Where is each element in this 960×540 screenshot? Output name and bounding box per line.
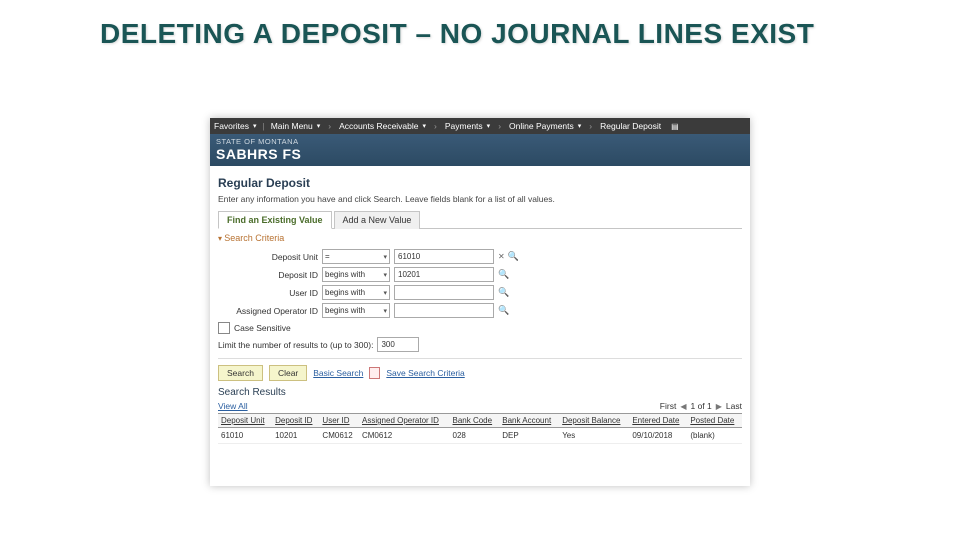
pager-last[interactable]: Last [726, 401, 742, 411]
col-bank-code[interactable]: Bank Code [450, 414, 500, 428]
col-deposit-id[interactable]: Deposit ID [272, 414, 319, 428]
op-assigned-operator-id[interactable]: begins with [322, 303, 390, 318]
clear-deposit-unit-icon[interactable]: ✕ [498, 252, 505, 261]
cell-deposit-unit: 61010 [218, 428, 272, 444]
content-area: Regular Deposit Enter any information yo… [210, 166, 750, 450]
cell-user-id: CM0612 [319, 428, 359, 444]
page-icon: ▤ [671, 122, 679, 131]
lookup-assigned-operator-icon[interactable]: 🔍 [498, 305, 509, 316]
cell-deposit-id: 10201 [272, 428, 319, 444]
slide-title: DELETING A DEPOSIT – NO JOURNAL LINES EX… [100, 18, 860, 50]
pager-first[interactable]: First [660, 401, 677, 411]
search-criteria-grid: Deposit Unit = 61010 ✕ 🔍 Deposit ID begi… [218, 249, 742, 318]
search-criteria-header[interactable]: Search Criteria [218, 233, 742, 243]
cell-deposit-balance: Yes [559, 428, 629, 444]
banner-title: SABHRS FS [216, 146, 744, 162]
banner: STATE OF MONTANA SABHRS FS [210, 134, 750, 166]
input-assigned-operator-id[interactable] [394, 303, 494, 318]
col-user-id[interactable]: User ID [319, 414, 359, 428]
lookup-deposit-unit-icon[interactable]: 🔍 [508, 251, 519, 262]
basic-search-link[interactable]: Basic Search [313, 368, 363, 378]
col-entered-date[interactable]: Entered Date [629, 414, 687, 428]
crumb-accounts-receivable[interactable]: Accounts Receivable [339, 121, 426, 131]
input-limit-results[interactable]: 300 [377, 337, 419, 352]
breadcrumb-sep: › [498, 121, 501, 131]
label-user-id: User ID [218, 288, 318, 298]
col-bank-account[interactable]: Bank Account [499, 414, 559, 428]
tab-find-existing[interactable]: Find an Existing Value [218, 211, 332, 229]
crumb-online-payments[interactable]: Online Payments [509, 121, 581, 131]
tab-add-new[interactable]: Add a New Value [334, 211, 421, 229]
cell-bank-account: DEP [499, 428, 559, 444]
col-posted-date[interactable]: Posted Date [687, 414, 742, 428]
op-deposit-id[interactable]: begins with [322, 267, 390, 282]
nav-divider: | [262, 121, 264, 131]
nav-main-menu[interactable]: Main Menu [271, 121, 321, 131]
cell-bank-code: 028 [450, 428, 500, 444]
top-nav: Favorites | Main Menu › Accounts Receiva… [210, 118, 750, 134]
col-deposit-balance[interactable]: Deposit Balance [559, 414, 629, 428]
table-row[interactable]: 61010 10201 CM0612 CM0612 028 DEP Yes 09… [218, 428, 742, 444]
col-assigned-operator-id[interactable]: Assigned Operator ID [359, 414, 450, 428]
search-results-header: Search Results [218, 387, 742, 398]
op-deposit-unit[interactable]: = [322, 249, 390, 264]
label-case-sensitive: Case Sensitive [234, 323, 291, 333]
save-criteria-icon[interactable] [369, 367, 380, 379]
input-user-id[interactable] [394, 285, 494, 300]
label-deposit-id: Deposit ID [218, 270, 318, 280]
clear-button[interactable]: Clear [269, 365, 307, 381]
label-limit-results: Limit the number of results to (up to 30… [218, 340, 373, 350]
label-assigned-operator-id: Assigned Operator ID [218, 306, 318, 316]
app-window: Favorites | Main Menu › Accounts Receiva… [210, 118, 750, 486]
search-button[interactable]: Search [218, 365, 263, 381]
results-pager: View All First ◀ 1 of 1 ▶ Last [218, 401, 742, 411]
crumb-payments[interactable]: Payments [445, 121, 490, 131]
breadcrumb-sep: › [589, 121, 592, 131]
label-deposit-unit: Deposit Unit [218, 252, 318, 262]
cell-entered-date: 09/10/2018 [629, 428, 687, 444]
lookup-user-id-icon[interactable]: 🔍 [498, 287, 509, 298]
input-deposit-unit[interactable]: 61010 [394, 249, 494, 264]
breadcrumb-sep: › [434, 121, 437, 131]
op-user-id[interactable]: begins with [322, 285, 390, 300]
view-all-link[interactable]: View All [218, 401, 248, 411]
page-title: Regular Deposit [218, 176, 742, 190]
banner-subtitle: STATE OF MONTANA [216, 137, 744, 146]
input-deposit-id[interactable]: 10201 [394, 267, 494, 282]
divider [218, 358, 742, 359]
cell-posted-date: (blank) [687, 428, 742, 444]
pager-next-icon[interactable]: ▶ [716, 402, 722, 411]
checkbox-case-sensitive[interactable] [218, 322, 230, 334]
pager-count: 1 of 1 [690, 401, 711, 411]
tab-strip: Find an Existing Value Add a New Value [218, 210, 742, 229]
page-instructions: Enter any information you have and click… [218, 194, 742, 204]
save-search-criteria-link[interactable]: Save Search Criteria [386, 368, 464, 378]
nav-favorites[interactable]: Favorites [214, 121, 256, 131]
breadcrumb-sep: › [328, 121, 331, 131]
pager-prev-icon[interactable]: ◀ [680, 402, 686, 411]
lookup-deposit-id-icon[interactable]: 🔍 [498, 269, 509, 280]
crumb-regular-deposit[interactable]: Regular Deposit [600, 121, 661, 131]
table-header-row: Deposit Unit Deposit ID User ID Assigned… [218, 414, 742, 428]
results-table: Deposit Unit Deposit ID User ID Assigned… [218, 413, 742, 444]
cell-assigned-operator-id: CM0612 [359, 428, 450, 444]
col-deposit-unit[interactable]: Deposit Unit [218, 414, 272, 428]
